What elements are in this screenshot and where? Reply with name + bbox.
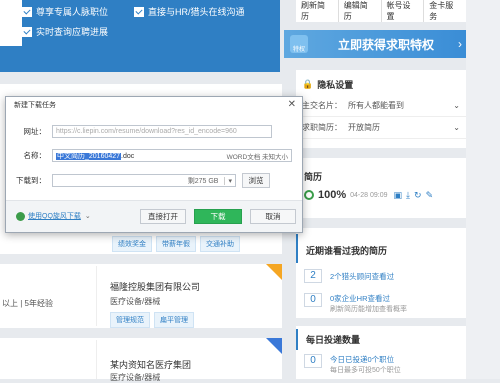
privacy-row[interactable]: 求职简历： 开放简历 ⌄: [296, 117, 466, 139]
upgrade-title[interactable]: 立即获得求职特权: [314, 36, 458, 53]
refresh-icon[interactable]: ↻: [414, 190, 422, 201]
check-icon: [134, 6, 144, 17]
download-icon[interactable]: ⤓: [406, 190, 410, 201]
resume-title: 简历: [304, 172, 323, 182]
job-card[interactable]: 以上 | 5年经验 福隆控股集团有限公司 医疗设备/器械 管理规范 扁平管理: [0, 264, 282, 328]
privacy-title: 🔒 隐私设置: [302, 79, 354, 90]
company-tag: 扁平管理: [154, 312, 194, 328]
qq-download-option[interactable]: 使用QQ旋风下载 ⌄: [16, 211, 91, 221]
resume-updated-date: 04-28 09:09: [350, 191, 388, 199]
edit-icon[interactable]: ✎: [426, 190, 434, 201]
hr-link[interactable]: 0家企业HR查看过: [330, 293, 407, 304]
chevron-down-icon[interactable]: ⌄: [85, 212, 91, 220]
path-row: 下载到： 剩275 GB ▾ 浏览: [6, 173, 270, 188]
daily-apply-panel: 每日投递数量 0 今日已投递0个职位 每日最多可投50个职位: [296, 326, 466, 379]
dialog-titlebar: 新建下载任务 ✕: [6, 97, 302, 113]
recent-item: 2 2个猎头顾问查看过: [296, 263, 466, 289]
privilege-badge: 特权: [290, 35, 308, 53]
account-links: 刷新简历 编辑简历 帐号设置 金卡服务: [296, 0, 466, 22]
daily-count: 0: [304, 354, 322, 368]
company-tags: 管理规范 扁平管理: [110, 312, 198, 328]
job-tag: 带薪年假: [156, 236, 196, 252]
upgrade-banner[interactable]: 特权 立即获得求职特权 ›: [284, 30, 466, 58]
job-card[interactable]: 某内资知名医疗集团 医疗设备/器械: [0, 338, 282, 382]
resume-panel: 简历 100% 04-28 09:09 ▣ ⤓ ↻ ✎: [296, 158, 466, 218]
company-tag: 管理规范: [110, 312, 150, 328]
url-field[interactable]: https://c.liepin.com/resume/download?res…: [52, 125, 272, 138]
download-dialog: 新建下载任务 ✕ 网址： https://c.liepin.com/resume…: [5, 96, 303, 233]
recent-item: 0 0家企业HR查看过 刷新简历能增加查看概率: [296, 289, 466, 318]
daily-hint: 每日最多可投50个职位: [330, 367, 401, 374]
filename-selected: 中文简历_20160427: [56, 152, 122, 160]
feature-item: 直接与HR/猎头在线沟通: [134, 5, 245, 18]
download-button[interactable]: 下载: [194, 209, 242, 224]
company-industry: 医疗设备/器械: [110, 373, 161, 382]
qq-download-link[interactable]: 使用QQ旋风下载: [28, 211, 81, 221]
company-name[interactable]: 福隆控股集团有限公司: [110, 280, 200, 293]
job-tag: 交通补助: [200, 236, 240, 252]
chevron-down-icon[interactable]: ⌄: [453, 123, 460, 132]
privacy-value: 所有人都能看到: [348, 101, 404, 110]
check-icon: [22, 6, 32, 17]
filename-field[interactable]: 中文简历_20160427.doc WORD文档 未知大小: [52, 149, 292, 162]
feature-item: 尊享专属人脉职位: [22, 5, 108, 18]
hr-count: 0: [304, 293, 322, 307]
daily-link[interactable]: 今日已投递0个职位: [330, 354, 401, 365]
corner-badge-icon: [266, 338, 282, 354]
browse-button[interactable]: 浏览: [242, 173, 270, 188]
qq-whirlwind-icon: [16, 211, 25, 221]
job-tag: 绩效奖金: [112, 236, 152, 252]
chevron-down-icon[interactable]: ⌄: [453, 101, 460, 110]
edit-resume-link[interactable]: 编辑简历: [339, 0, 382, 22]
chevron-down-icon[interactable]: ▾: [224, 176, 232, 185]
recent-viewers-panel: 近期谁看过我的简历 2 2个猎头顾问查看过 0 0家企业HR查看过 刷新简历能增…: [296, 228, 466, 318]
headhunter-count: 2: [304, 269, 322, 283]
close-icon[interactable]: ✕: [288, 99, 296, 110]
filename-ext: .doc: [121, 152, 135, 160]
privacy-row[interactable]: 主交名片： 所有人都能看到 ⌄: [296, 95, 466, 117]
job-tags: 绩效奖金 带薪年假 交通补助: [112, 236, 244, 252]
company-industry: 医疗设备/器械: [110, 297, 161, 306]
chevron-right-icon: ›: [458, 37, 462, 51]
open-direct-button[interactable]: 直接打开: [140, 209, 186, 224]
lock-icon: 🔒: [302, 79, 314, 89]
scroll-gutter: [466, 0, 500, 379]
job-requirement: 以上 | 5年经验: [2, 299, 53, 308]
banner-card: [0, 0, 22, 46]
url-row: 网址： https://c.liepin.com/resume/download…: [6, 125, 272, 138]
dialog-footer: 使用QQ旋风下载 ⌄ 直接打开 下载 取消: [6, 200, 302, 232]
file-meta: WORD文档 未知大小: [226, 153, 288, 161]
daily-item: 0 今日已投递0个职位 每日最多可投50个职位: [296, 350, 466, 379]
resume-completeness: 100%: [318, 189, 347, 201]
cancel-button[interactable]: 取消: [250, 209, 296, 224]
name-row: 名称： 中文简历_20160427.doc WORD文档 未知大小: [6, 149, 292, 162]
corner-badge-icon: [266, 264, 282, 280]
resume-status-icon: [304, 190, 314, 200]
preview-icon[interactable]: ▣: [394, 190, 403, 201]
divider: [96, 266, 97, 326]
recent-title: 近期谁看过我的简历: [296, 234, 466, 263]
hr-hint: 刷新简历能增加查看概率: [330, 306, 407, 313]
divider: [96, 340, 97, 379]
url-label: 网址：: [23, 127, 47, 136]
gold-card-link[interactable]: 金卡服务: [424, 0, 466, 22]
privacy-value: 开放简历: [348, 123, 380, 132]
dialog-title: 新建下载任务: [14, 102, 56, 109]
feature-item: 实时查询应聘进展: [22, 25, 108, 38]
daily-title: 每日投递数量: [296, 329, 466, 350]
account-settings-link[interactable]: 帐号设置: [382, 0, 425, 22]
refresh-resume-link[interactable]: 刷新简历: [296, 0, 339, 22]
promo-banner: 尊享专属人脉职位 直接与HR/猎头在线沟通 实时查询应聘进展: [0, 0, 280, 72]
save-path-field[interactable]: 剩275 GB ▾: [52, 174, 236, 187]
check-icon: [22, 26, 32, 37]
headhunter-link[interactable]: 2个猎头顾问查看过: [330, 271, 394, 282]
path-label: 下载到：: [16, 176, 46, 185]
name-label: 名称：: [23, 151, 47, 160]
privacy-panel: 🔒 隐私设置 主交名片： 所有人都能看到 ⌄ 求职简历： 开放简历 ⌄: [296, 70, 466, 148]
company-name[interactable]: 某内资知名医疗集团: [110, 358, 191, 371]
